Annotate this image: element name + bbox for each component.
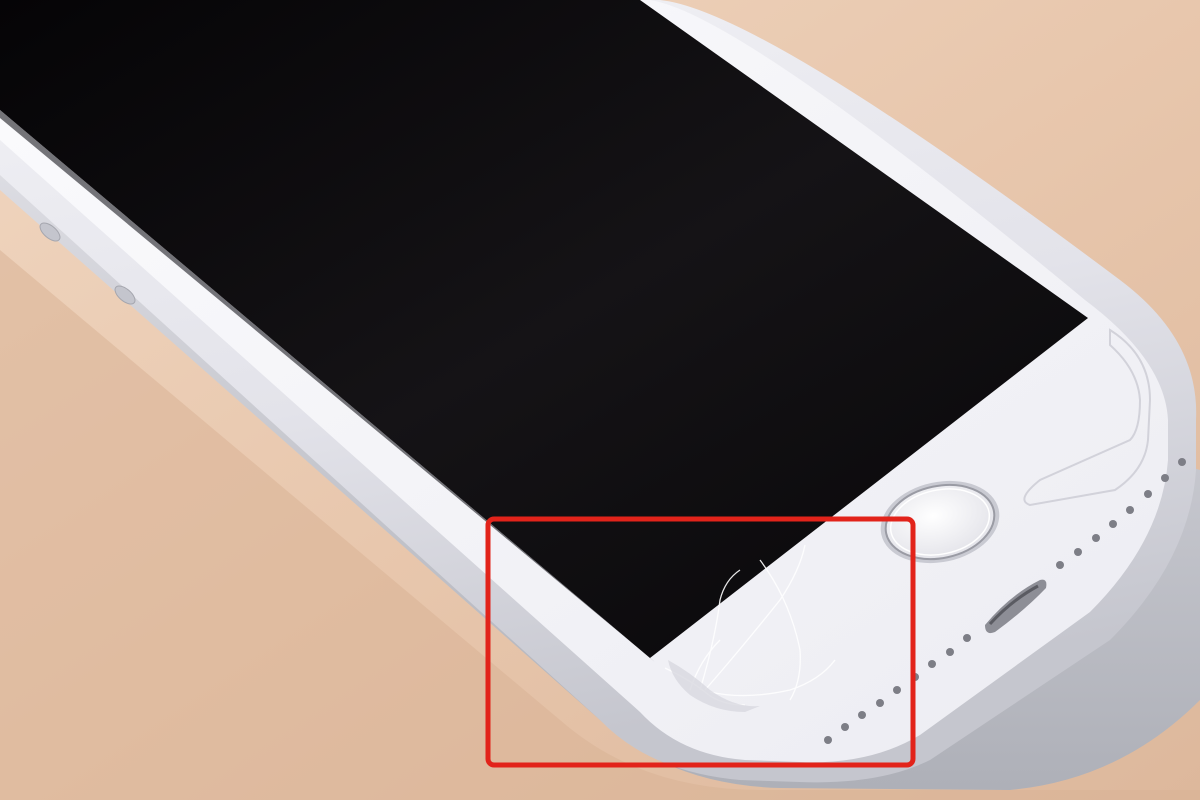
photo-scene xyxy=(0,0,1200,800)
photo-canvas xyxy=(0,0,1200,800)
